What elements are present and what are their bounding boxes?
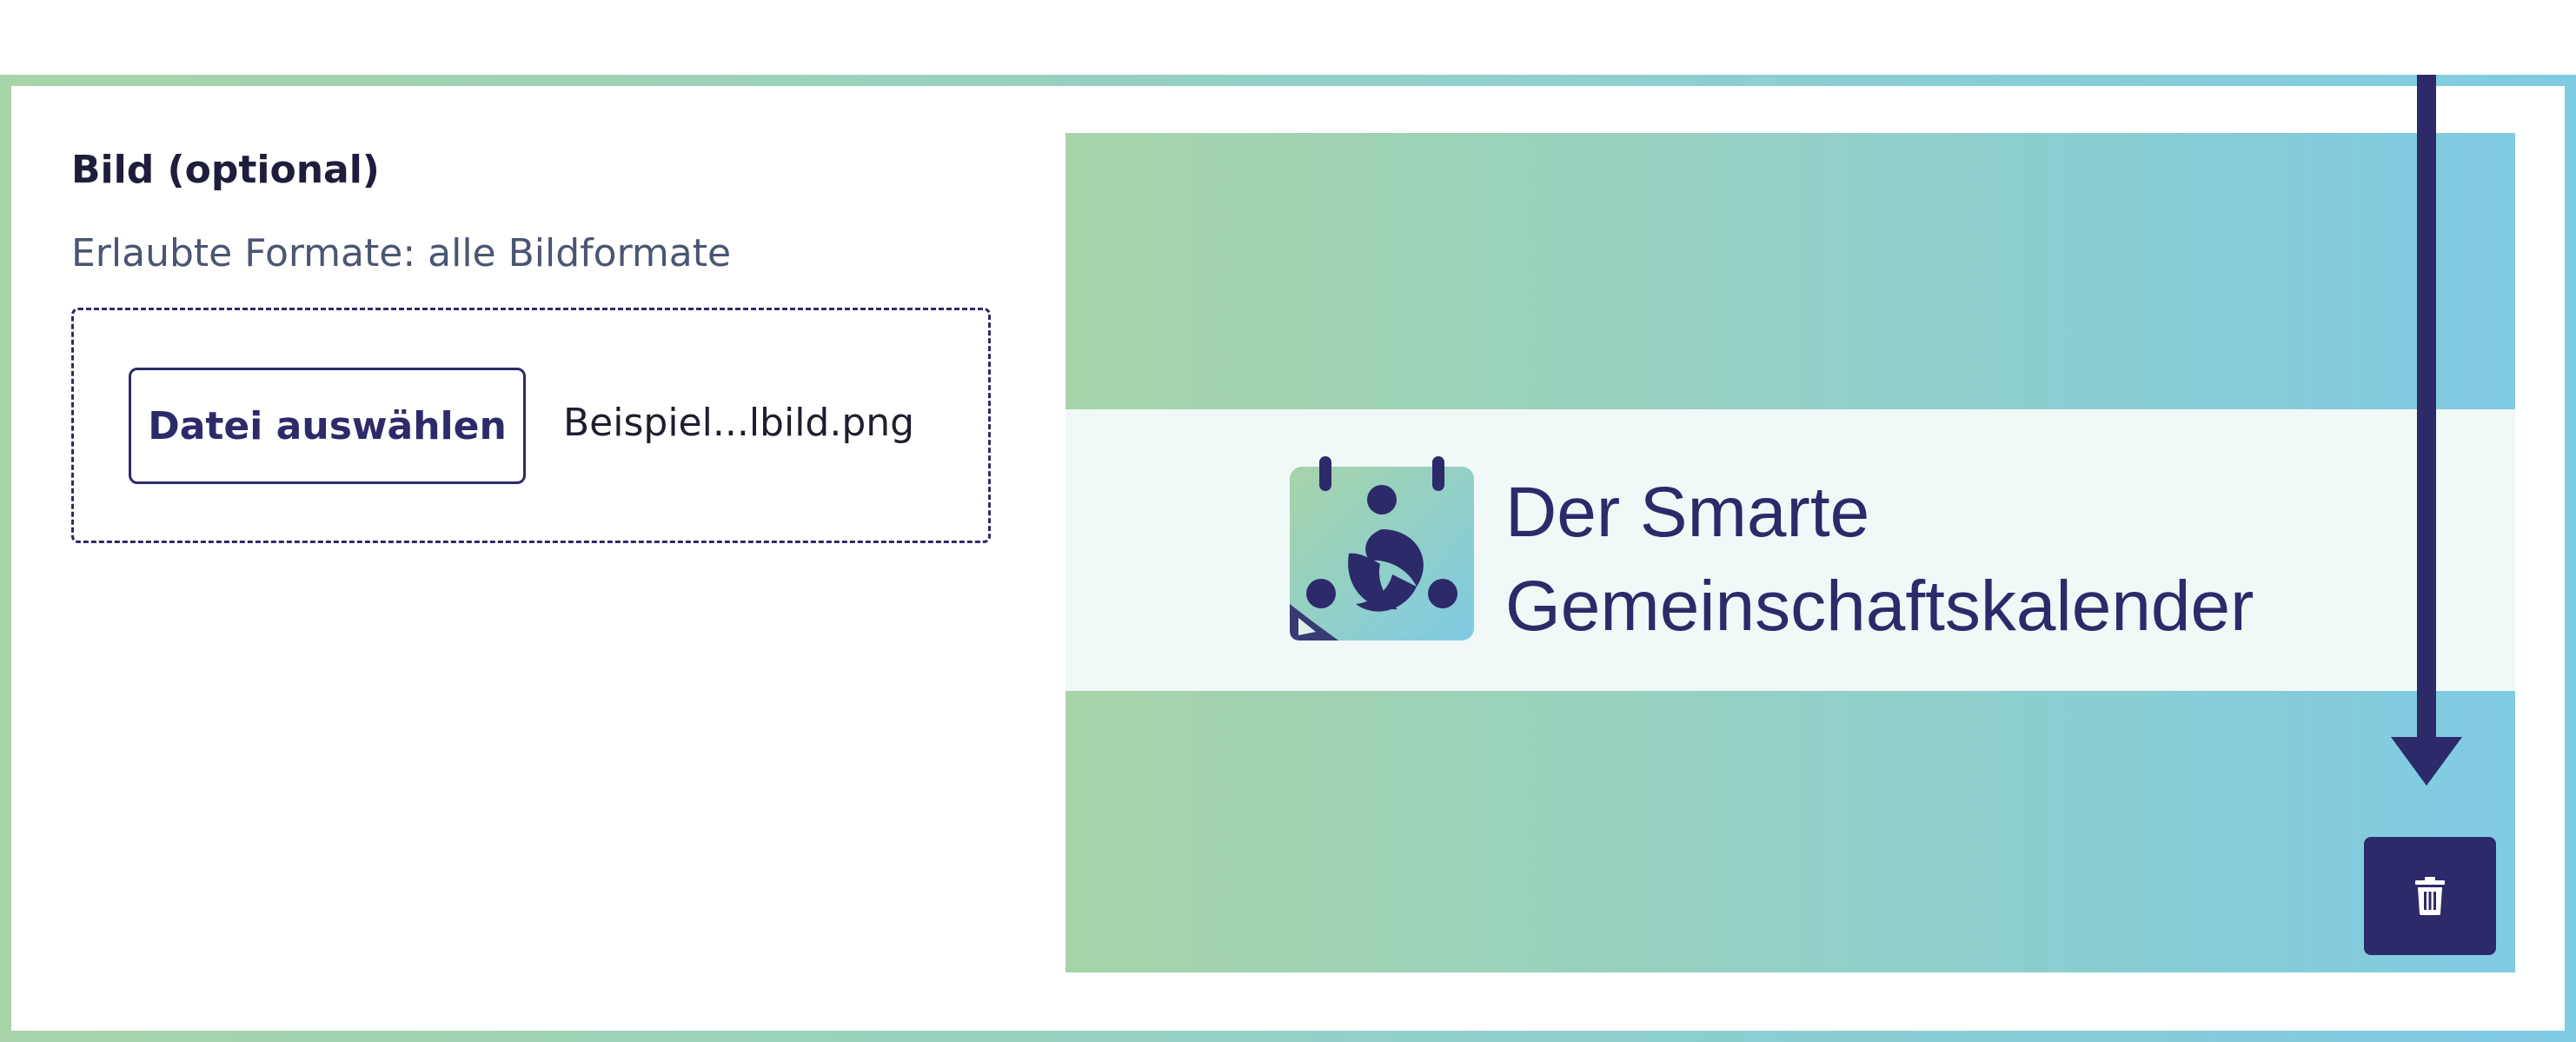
delete-image-button[interactable]: [2364, 837, 2496, 955]
logo-text-line-1: Der Smarte: [1505, 473, 1870, 552]
calendar-logo-icon: [1290, 456, 1474, 640]
selected-file-name: Beispiel...lbild.png: [563, 401, 915, 445]
logo-text-line-2: Gemeinschaftskalender: [1505, 567, 2254, 646]
field-label: Bild (optional): [71, 148, 380, 192]
arrow-head: [2391, 737, 2462, 786]
trash-icon: [2415, 877, 2445, 915]
image-preview: Der Smarte Gemeinschaftskalender: [1066, 133, 2515, 972]
choose-file-button[interactable]: Datei auswählen: [129, 368, 526, 484]
arrow-down-icon: [2417, 75, 2436, 747]
allowed-formats-hint: Erlaubte Formate: alle Bildformate: [71, 231, 732, 275]
